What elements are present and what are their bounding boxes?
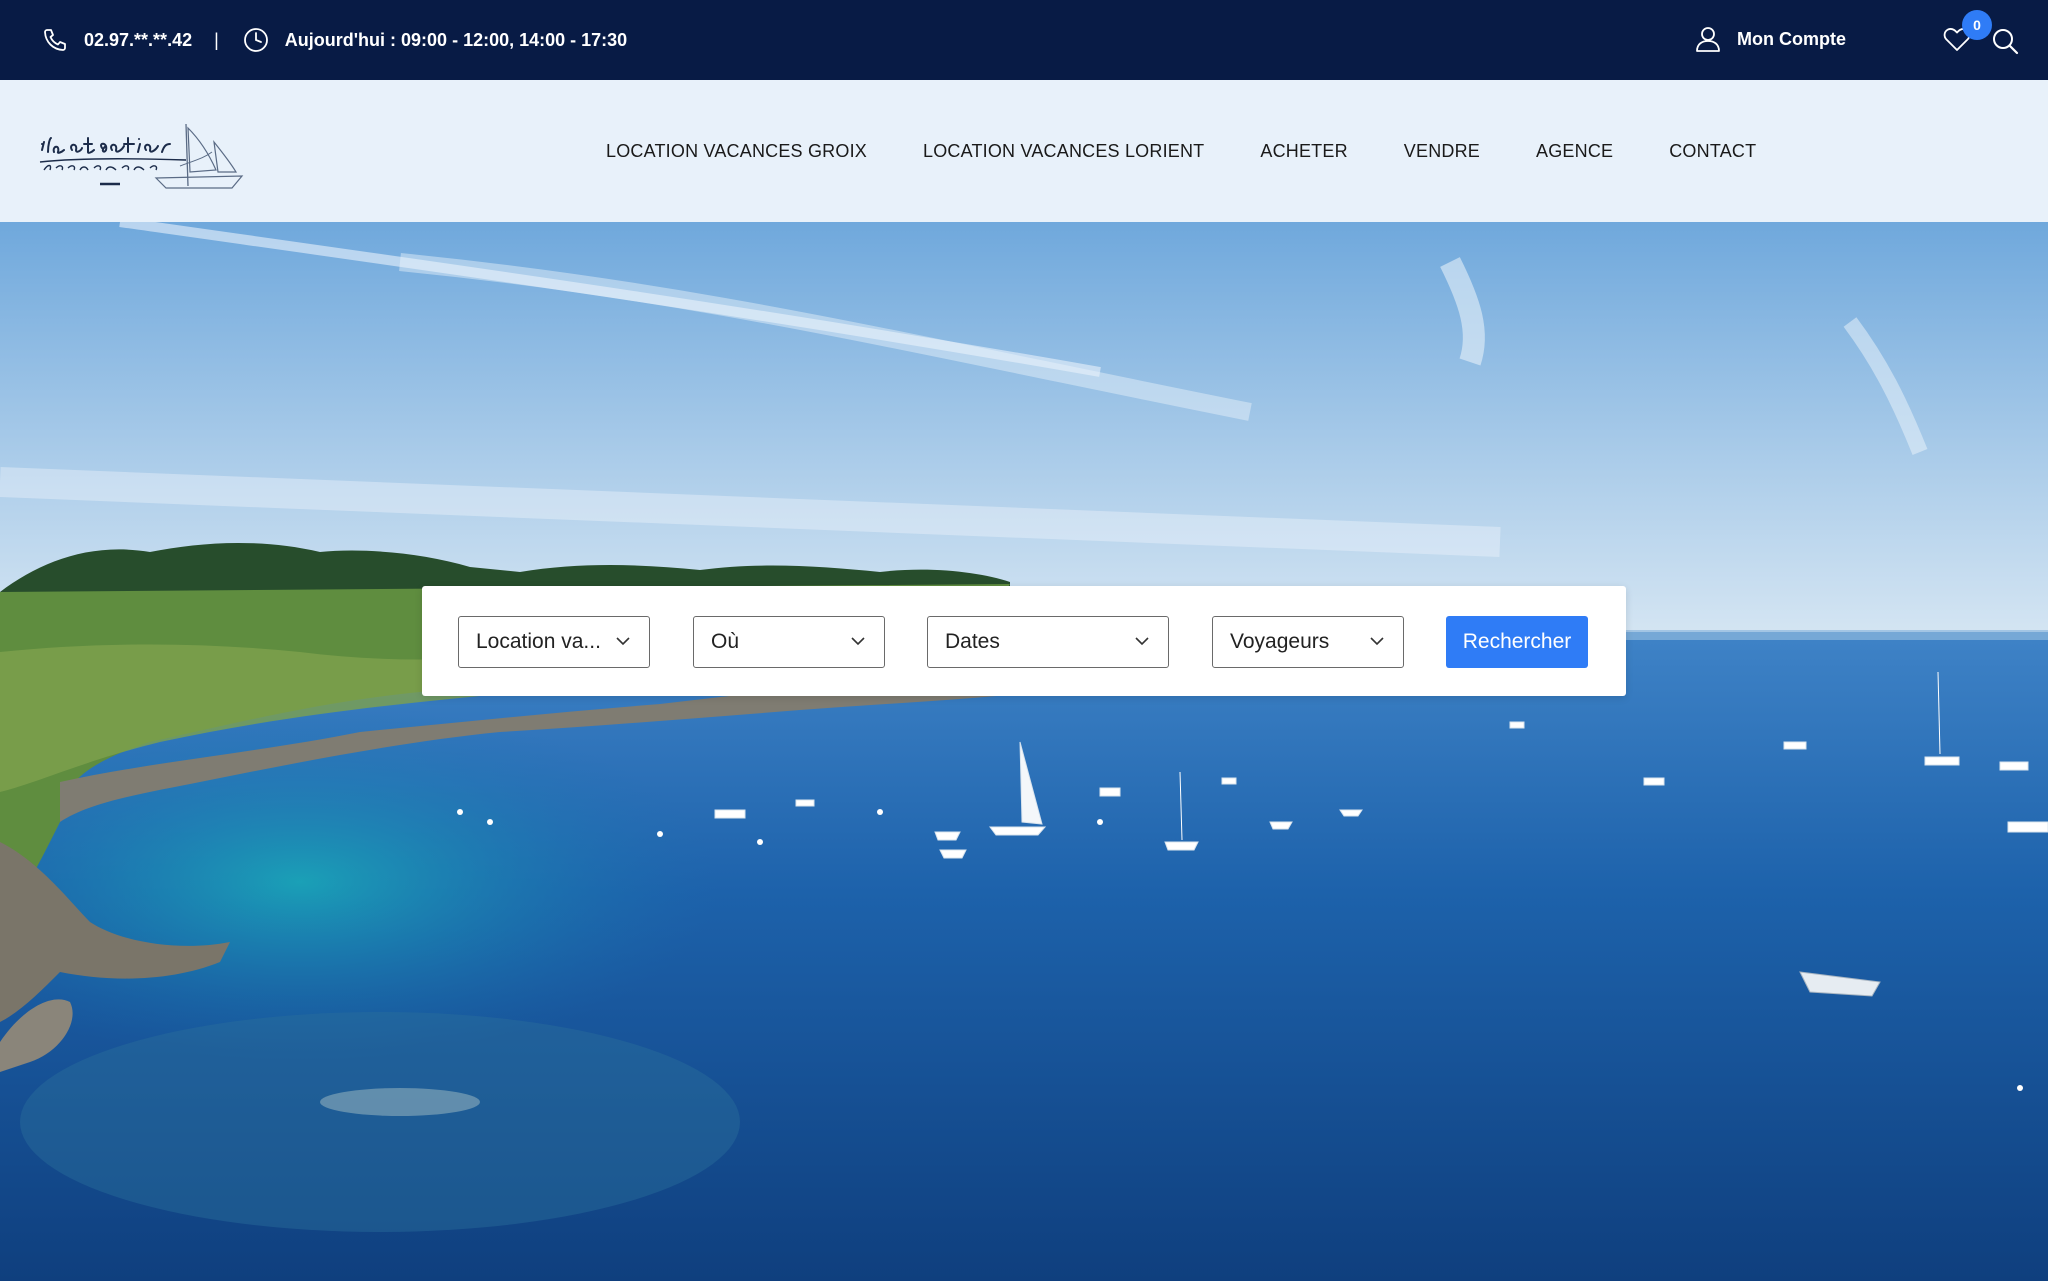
nav-agence[interactable]: AGENCE [1536,141,1613,162]
site-logo[interactable] [36,108,268,196]
dates-select[interactable]: Dates [927,616,1169,668]
dates-value: Dates [945,630,1000,653]
account-label: Mon Compte [1737,28,1846,49]
nav-contact[interactable]: CONTACT [1669,141,1756,162]
chevron-down-icon [851,637,865,646]
wishlist-button[interactable]: 0 [1942,10,1992,58]
location-select[interactable]: Où [693,616,885,668]
contact-info: 02.97.**.**.42 | Aujourd'hui : 09:00 - 1… [40,0,627,80]
rental-type-value: Location va... [476,630,601,653]
chevron-down-icon [1370,637,1384,646]
guests-select[interactable]: Voyageurs [1212,616,1404,668]
top-bar: 02.97.**.**.42 | Aujourd'hui : 09:00 - 1… [0,0,2048,80]
nav-vendre[interactable]: VENDRE [1404,141,1480,162]
nav-location-vacances-lorient[interactable]: LOCATION VACANCES LORIENT [923,141,1204,162]
chevron-down-icon [1135,637,1149,646]
phone-icon [40,25,70,55]
rental-type-select[interactable]: Location va... [458,616,650,668]
search-panel: Location va... Où Dates Voyageurs Recher… [422,586,1626,696]
account-link[interactable]: Mon Compte [1693,24,1846,54]
chevron-down-icon [616,637,630,646]
location-value: Où [711,630,740,653]
search-button[interactable]: Rechercher [1446,616,1588,668]
phone-number[interactable]: 02.97.**.**.42 [84,30,192,51]
main-nav: LOCATION VACANCES GROIX LOCATION VACANCE… [606,80,1756,222]
main-header: LOCATION VACANCES GROIX LOCATION VACANCE… [0,80,2048,222]
user-icon [1693,24,1723,54]
separator: | [214,29,219,50]
heart-icon [1942,28,1972,58]
guests-value: Voyageurs [1230,630,1330,653]
hero-image [0,222,2048,1281]
search-icon[interactable] [1990,26,2020,56]
opening-hours: Aujourd'hui : 09:00 - 12:00, 14:00 - 17:… [284,29,628,50]
nav-acheter[interactable]: ACHETER [1260,141,1347,162]
clock-icon [241,25,271,55]
wishlist-count-badge: 0 [1962,10,1992,40]
nav-location-vacances-groix[interactable]: LOCATION VACANCES GROIX [606,141,867,162]
